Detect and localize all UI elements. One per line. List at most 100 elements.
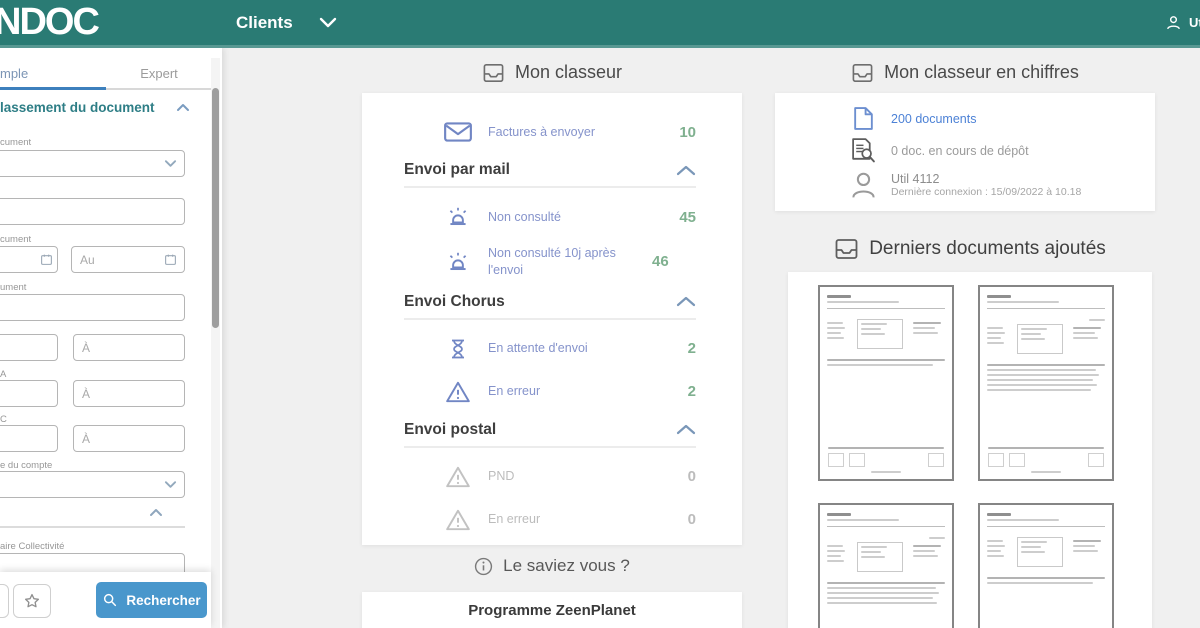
inbox-icon <box>834 238 859 260</box>
inbox-icon <box>482 63 505 83</box>
last-connection: Dernière connexion : 15/09/2022 à 10.18 <box>891 186 1082 198</box>
search-button[interactable]: Rechercher <box>96 582 207 618</box>
user-name: Util 4112 <box>891 172 940 186</box>
document-thumbnail[interactable] <box>978 503 1114 628</box>
document-text-input[interactable] <box>0 198 185 225</box>
section-envoi-mail[interactable]: Envoi par mail <box>404 161 696 188</box>
sidebar-action-bar: Rechercher <box>0 572 211 628</box>
range1-from-input[interactable] <box>0 334 58 361</box>
tip-title: Le saviez vous ? <box>362 556 742 576</box>
calendar-icon[interactable] <box>164 253 177 266</box>
favorite-search-button[interactable] <box>13 584 51 618</box>
list-item-attente-envoi[interactable]: En attente d'envoi 2 <box>442 334 696 364</box>
range3-from-input[interactable] <box>0 425 58 452</box>
chevron-down-icon <box>164 481 177 488</box>
tab-expert[interactable]: Expert <box>106 62 212 88</box>
list-item-non-consulte-10j[interactable]: Non consulté 10j après l'envoi 46 <box>442 245 696 279</box>
field-label-date: cument <box>0 234 32 245</box>
sidebar-scrollbar[interactable] <box>212 88 219 328</box>
document-search-icon <box>847 136 879 165</box>
document-thumbnail[interactable] <box>978 285 1114 481</box>
inbox-icon <box>851 63 874 83</box>
classeur-title: Mon classeur <box>362 62 742 83</box>
list-item-factures[interactable]: Factures à envoyer 10 <box>442 117 696 147</box>
document-thumbnail[interactable] <box>818 285 954 481</box>
recent-documents-card <box>788 272 1152 628</box>
section-title: Envoi postal <box>404 420 497 438</box>
item-label[interactable]: Non consulté <box>488 209 665 226</box>
item-label[interactable]: Factures à envoyer <box>488 124 665 141</box>
recent-title: Derniers documents ajoutés <box>788 238 1152 260</box>
warning-icon <box>442 465 474 489</box>
item-count: 2 <box>687 383 696 401</box>
account-select[interactable] <box>0 471 185 498</box>
item-label[interactable]: PND <box>488 468 674 485</box>
range1-to-input[interactable] <box>73 334 185 361</box>
section-classement-header[interactable]: lassement du document <box>0 100 190 115</box>
pending-text: 0 doc. en cours de dépôt <box>891 143 1029 158</box>
star-icon <box>23 592 41 610</box>
section-envoi-postal[interactable]: Envoi postal <box>404 421 696 448</box>
document-number-input[interactable] <box>0 294 185 321</box>
app-logo[interactable]: NDOC <box>0 1 100 44</box>
tab-simple[interactable]: mple <box>0 62 106 90</box>
tip-title-text: Le saviez vous ? <box>503 556 630 575</box>
item-label[interactable]: Non consulté 10j après l'envoi <box>488 245 638 279</box>
beacon-icon <box>442 249 474 275</box>
info-icon <box>474 557 493 576</box>
list-item-non-consulte[interactable]: Non consulté 45 <box>442 202 696 232</box>
range2-to-input[interactable] <box>73 380 185 407</box>
chevron-down-icon <box>164 160 177 167</box>
hourglass-icon <box>442 336 474 362</box>
chevron-up-icon <box>176 103 190 112</box>
document-type-select[interactable] <box>0 150 185 177</box>
section-title: Envoi par mail <box>404 161 510 178</box>
user-menu[interactable]: Util <box>1165 0 1200 45</box>
user-icon <box>847 170 879 200</box>
item-label[interactable]: En erreur <box>488 511 674 528</box>
chevron-up-icon <box>676 165 696 176</box>
range2-from-input[interactable] <box>0 380 58 407</box>
search-icon <box>102 592 118 608</box>
clients-label: Clients <box>236 12 293 32</box>
clear-button[interactable] <box>0 584 9 618</box>
chevron-up-icon <box>150 509 162 516</box>
chevron-up-icon <box>676 424 696 435</box>
section-collapse-header[interactable] <box>0 506 185 528</box>
chevron-up-icon <box>676 296 696 307</box>
warning-icon <box>442 380 474 404</box>
field-label-range-c: C <box>0 414 7 425</box>
search-button-label: Rechercher <box>126 592 201 608</box>
tip-card[interactable]: Programme ZeenPlanet <box>362 592 742 628</box>
item-label[interactable]: En erreur <box>488 383 674 400</box>
section-envoi-chorus[interactable]: Envoi Chorus <box>404 293 696 320</box>
item-count: 0 <box>687 468 696 486</box>
item-label[interactable]: En attente d'envoi <box>488 340 674 357</box>
stat-user: Util 4112 Dernière connexion : 15/09/202… <box>847 170 1135 200</box>
documents-link[interactable]: 200 documents <box>891 112 976 126</box>
range3-to-input[interactable] <box>73 425 185 452</box>
app: NDOC Clients Util mple Expert lassement … <box>0 0 1200 628</box>
item-count: 46 <box>652 253 669 271</box>
calendar-icon[interactable] <box>40 253 53 266</box>
top-header: NDOC Clients Util <box>0 0 1200 48</box>
field-label-range-a: A <box>0 369 7 380</box>
section-classement-title: lassement du document <box>0 100 155 115</box>
field-label-number: ument <box>0 282 27 293</box>
stats-title-text: Mon classeur en chiffres <box>884 62 1079 82</box>
item-count: 0 <box>687 511 696 529</box>
list-item-erreur-chorus[interactable]: En erreur 2 <box>442 377 696 407</box>
stat-documents: 200 documents <box>847 106 1135 131</box>
user-icon <box>1165 14 1182 31</box>
item-count: 45 <box>679 208 696 226</box>
list-item-erreur-postal[interactable]: En erreur 0 <box>442 505 696 535</box>
warning-icon <box>442 508 474 532</box>
stat-pending: 0 doc. en cours de dépôt <box>847 136 1135 165</box>
document-thumbnail[interactable] <box>818 503 954 628</box>
list-item-pnd[interactable]: PND 0 <box>442 462 696 492</box>
user-label: Util <box>1189 15 1200 30</box>
clients-dropdown[interactable]: Clients <box>236 0 337 45</box>
classeur-card: Factures à envoyer 10 Envoi par mail Non… <box>362 93 742 545</box>
field-label-account: e du compte <box>0 460 53 471</box>
sidebar-scroll-track[interactable] <box>211 58 220 628</box>
